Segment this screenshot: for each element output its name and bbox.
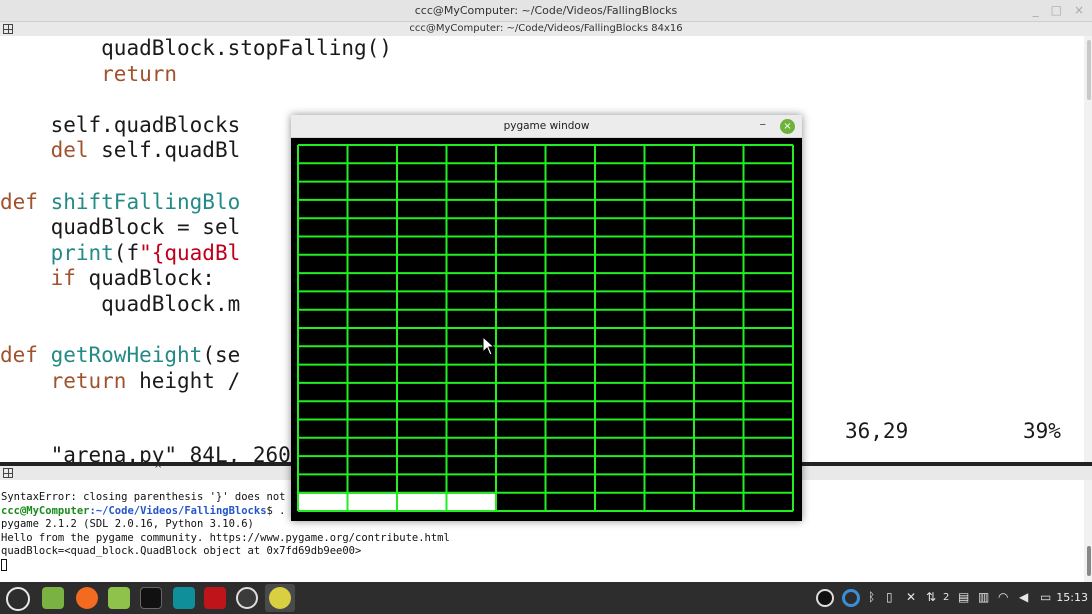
- code-token: return: [101, 61, 178, 86]
- minimize-button[interactable]: _: [1033, 3, 1039, 17]
- window-controls: _ □ ×: [1033, 3, 1084, 17]
- code-line[interactable]: self.quadBlocks: [0, 112, 241, 139]
- obs-tray-icon[interactable]: [816, 589, 834, 607]
- code-line[interactable]: if quadBlock:: [0, 266, 215, 292]
- arduino-icon[interactable]: [173, 587, 195, 609]
- terminal-line: quadBlock=<quad_block.QuadBlock object a…: [1, 545, 362, 557]
- wifi-icon[interactable]: ◠: [998, 590, 1008, 604]
- code-line[interactable]: quadBlock.stopFalling(): [0, 36, 392, 62]
- code-token: (se: [202, 343, 241, 368]
- terminal-cursor: [1, 558, 7, 571]
- python-icon[interactable]: [269, 587, 291, 609]
- terminal-line: Hello from the pygame community. https:/…: [1, 531, 450, 544]
- code-token: quadBlock = sel: [50, 215, 241, 240]
- code-token: def: [0, 189, 38, 214]
- status-percent: 39%: [1023, 419, 1061, 443]
- terminal-titlebar: ccc@MyComputer: ~/Code/Videos/FallingBlo…: [0, 0, 1092, 22]
- terminal-line: SyntaxError: closing parenthesis '}' doe…: [1, 491, 286, 503]
- scrollbar-thumb[interactable]: [1087, 40, 1091, 100]
- editor-scrollbar[interactable]: [1084, 36, 1092, 462]
- code-line[interactable]: return: [0, 62, 177, 88]
- prompt-rest: $ .: [266, 504, 286, 517]
- prompt-path: :~/Code/Videos/FallingBlocks: [89, 504, 267, 517]
- tray-badge: 2: [943, 592, 950, 603]
- filezilla-icon[interactable]: [204, 587, 226, 609]
- pane-title: ccc@MyComputer: ~/Code/Videos/FallingBlo…: [409, 23, 683, 34]
- clock[interactable]: 15:13: [1056, 591, 1088, 604]
- code-token: shiftFallingBlo: [50, 189, 241, 214]
- bluetooth-icon[interactable]: ᛒ: [868, 590, 875, 604]
- game-canvas[interactable]: [291, 138, 802, 521]
- code-token: del: [50, 138, 89, 163]
- pygame-title: pygame window: [503, 120, 590, 132]
- code-token: height /: [126, 368, 241, 393]
- terminal-line: ccc@MyComputer:~/Code/Videos/FallingBloc…: [1, 505, 286, 519]
- window-title: ccc@MyComputer: ~/Code/Videos/FallingBlo…: [414, 4, 678, 17]
- battery-icon[interactable]: ▭: [1040, 590, 1051, 604]
- code-line[interactable]: def getRowHeight(se: [0, 343, 240, 369]
- code-token: quadBlock.m: [101, 292, 241, 316]
- code-token: getRowHeight: [50, 343, 203, 368]
- code-token: def: [0, 343, 38, 368]
- terminal-cursor-line[interactable]: [1, 558, 7, 574]
- tools-icon[interactable]: ✕: [906, 590, 916, 604]
- code-token: self.quadBl: [88, 138, 241, 163]
- pane-grid-icon[interactable]: [3, 468, 13, 478]
- notes-icon[interactable]: ▥: [978, 590, 989, 604]
- clipboard-icon[interactable]: ▯: [886, 590, 893, 604]
- menu-icon[interactable]: [6, 587, 30, 611]
- code-token: quadBlock:: [75, 266, 215, 291]
- pygame-window[interactable]: pygame window – ×: [291, 115, 802, 521]
- status-position: 36,29: [845, 419, 909, 443]
- firefox-icon[interactable]: [76, 587, 98, 609]
- obs-icon[interactable]: [236, 587, 258, 609]
- minimize-button[interactable]: –: [760, 117, 767, 132]
- code-line[interactable]: print(f"{quadBl: [0, 240, 241, 267]
- mouse-cursor-icon: [482, 335, 496, 356]
- printer-icon[interactable]: ▤: [958, 590, 969, 604]
- taskbar: ᛒ ▯ ✕ ⇅ 2 ▤ ▥ ◠ ◀ ▭ 15:13: [0, 582, 1092, 614]
- network-icon[interactable]: ⇅: [926, 590, 936, 604]
- terminal-line: pygame 2.1.2 (SDL 2.0.16, Python 3.10.6): [1, 518, 254, 530]
- pane-titlebar: ccc@MyComputer: ~/Code/Videos/FallingBlo…: [0, 22, 1092, 36]
- code-line[interactable]: del self.quadBl: [0, 138, 241, 164]
- code-line[interactable]: return height /: [0, 368, 241, 395]
- close-button[interactable]: ×: [1074, 3, 1084, 17]
- maximize-button[interactable]: □: [1051, 3, 1062, 17]
- prompt-user: ccc@MyComputer: [1, 504, 90, 517]
- code-token: "{quadBl: [139, 240, 241, 265]
- volume-icon[interactable]: ◀: [1019, 590, 1028, 604]
- code-line[interactable]: quadBlock = sel: [0, 215, 241, 241]
- code-line[interactable]: quadBlock.m: [0, 292, 240, 318]
- pygame-titlebar[interactable]: pygame window – ×: [291, 115, 802, 138]
- scrollbar-thumb[interactable]: [1087, 546, 1091, 576]
- update-icon[interactable]: [842, 589, 860, 607]
- close-button[interactable]: ×: [780, 119, 795, 134]
- folder-icon[interactable]: [108, 587, 130, 609]
- terminal-icon[interactable]: [140, 587, 162, 609]
- code-token: print: [50, 240, 114, 265]
- code-token: if: [50, 266, 76, 291]
- terminal-scrollbar[interactable]: [1084, 480, 1092, 582]
- code-token: self.quadBlocks: [50, 112, 241, 137]
- code-line[interactable]: def shiftFallingBlo: [0, 190, 240, 216]
- code-token: (f: [113, 240, 140, 265]
- caret-mark: ^: [154, 464, 163, 475]
- code-token: quadBlock.stopFalling(): [101, 36, 392, 60]
- files-green-icon[interactable]: [42, 587, 64, 609]
- code-token: return: [50, 368, 127, 393]
